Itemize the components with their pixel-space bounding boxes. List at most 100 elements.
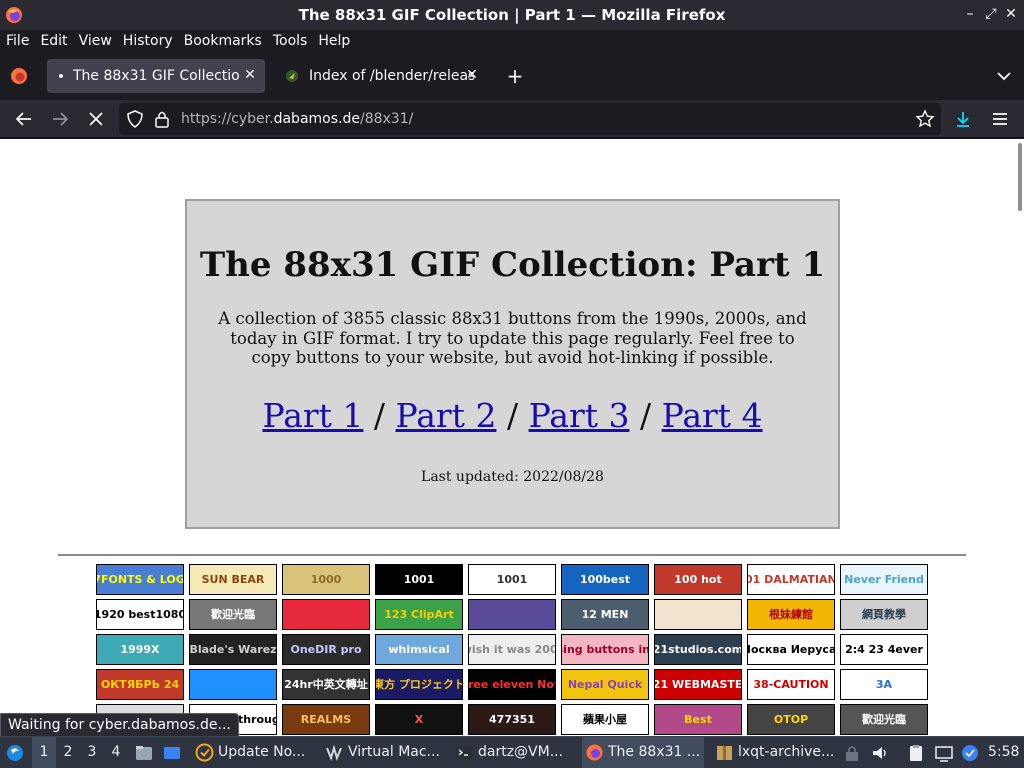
task-label: Virtual Mac... (348, 744, 440, 760)
tracking-shield-icon[interactable] (125, 109, 145, 129)
button-88x31[interactable]: 22 Москва Иерусалим (747, 634, 835, 665)
separator: / (373, 396, 386, 435)
part-1-link[interactable]: Part 1 (262, 396, 363, 435)
tab-88x31[interactable]: The 88x31 GIF Collection ✕ (47, 59, 265, 93)
button-88x31[interactable]: 100best (561, 564, 649, 595)
button-88x31[interactable]: SUN BEAR (189, 564, 277, 595)
button-88x31[interactable]: Nepal Quick (561, 669, 649, 700)
button-88x31[interactable]: 歡迎光臨 (840, 704, 928, 735)
network-icon[interactable] (934, 743, 954, 763)
button-88x31[interactable]: 3A (840, 669, 928, 700)
file-manager-icon[interactable] (134, 743, 154, 763)
menu-file[interactable]: File (6, 33, 29, 49)
bookmark-star-icon[interactable] (915, 109, 935, 129)
button-88x31[interactable]: 東方 プロジェクト (375, 669, 463, 700)
button-88x31[interactable] (189, 669, 277, 700)
part-2-link[interactable]: Part 2 (396, 396, 497, 435)
button-88x31[interactable]: X (375, 704, 463, 735)
button-88x31[interactable]: OTOP (747, 704, 835, 735)
menu-view[interactable]: View (79, 33, 112, 49)
menu-history[interactable]: History (123, 33, 173, 49)
new-tab-button[interactable]: + (505, 66, 525, 86)
lock-screen-icon[interactable] (842, 743, 862, 763)
workspace-3[interactable]: 3 (80, 737, 104, 768)
button-88x31[interactable]: Best (654, 704, 742, 735)
task-archiver[interactable]: lxqt-archive... (712, 737, 834, 768)
back-arrow-icon[interactable] (14, 109, 34, 129)
button-88x31[interactable]: 123 ClipArt (375, 599, 463, 630)
close-window-button[interactable]: ✕ (1003, 6, 1019, 22)
page-content[interactable]: The 88x31 GIF Collection: Part 1 A colle… (0, 139, 1024, 736)
menu-edit[interactable]: Edit (40, 33, 67, 49)
workspace-4[interactable]: 4 (104, 737, 128, 768)
button-88x31[interactable] (282, 599, 370, 630)
button-88x31[interactable]: REALMS (282, 704, 370, 735)
button-88x31[interactable]: Blade's Warez (189, 634, 277, 665)
button-88x31[interactable]: 1920 best1080 (96, 599, 184, 630)
button-88x31[interactable]: 蘋果小屋 (561, 704, 649, 735)
button-88x31[interactable]: Never Friend (840, 564, 928, 595)
button-88x31[interactable]: 100 hot (654, 564, 742, 595)
clipboard-icon[interactable] (906, 743, 926, 763)
close-tab-icon[interactable]: ✕ (243, 68, 257, 82)
tab-blender-index[interactable]: Index of /blender/release ✕ (275, 59, 487, 93)
button-88x31[interactable]: 24hr中英文轉址 (282, 669, 370, 700)
parts-navigation: Part 1 / Part 2 / Part 3 / Part 4 (187, 396, 838, 435)
button-88x31[interactable]: 根妹練館 (747, 599, 835, 630)
url-text[interactable]: https://cyber.dabamos.de/88x31/ (181, 111, 413, 127)
task-virtual-machine[interactable]: Virtual Mac... (322, 737, 444, 768)
button-88x31[interactable]: 歡迎光臨 (189, 599, 277, 630)
hamburger-menu-icon[interactable] (990, 109, 1010, 129)
close-tab-icon[interactable]: ✕ (465, 68, 479, 82)
forward-arrow-icon[interactable] (50, 109, 70, 129)
button-88x31[interactable]: 1000 (282, 564, 370, 595)
button-88x31[interactable]: 1001 (375, 564, 463, 595)
button-88x31[interactable]: three eleven Now! (468, 669, 556, 700)
button-88x31[interactable]: 1999X (96, 634, 184, 665)
button-88x31[interactable]: 007FONTS & LOGOS (96, 564, 184, 595)
button-88x31[interactable]: 2:4 23 4ever (840, 634, 928, 665)
lock-icon[interactable] (153, 109, 171, 129)
list-all-tabs-chevron-down-icon[interactable] (995, 67, 1013, 85)
notification-icon[interactable] (960, 743, 980, 763)
virtual-machine-icon (326, 744, 342, 762)
navigation-toolbar: https://cyber.dabamos.de/88x31/ (0, 100, 1024, 138)
window-titlebar[interactable]: The 88x31 GIF Collection | Part 1 — Mozi… (0, 0, 1024, 30)
menu-bookmarks[interactable]: Bookmarks (184, 33, 262, 49)
button-88x31[interactable]: OneDIR pro (282, 634, 370, 665)
button-88x31[interactable] (654, 599, 742, 630)
button-88x31[interactable] (468, 599, 556, 630)
start-menu-icon[interactable] (5, 743, 25, 763)
stop-loading-icon[interactable] (86, 109, 106, 129)
show-desktop-icon[interactable] (162, 743, 182, 763)
menu-bar: File Edit View History Bookmarks Tools H… (0, 30, 1024, 52)
button-88x31[interactable]: ОКТЯБРЬ 24 (96, 669, 184, 700)
button-88x31[interactable]: 網頁教學 (840, 599, 928, 630)
task-firefox[interactable]: The 88x31 ... (582, 737, 704, 768)
downloads-icon[interactable] (953, 109, 973, 129)
workspace-2[interactable]: 2 (56, 737, 80, 768)
minimize-button[interactable]: – (962, 6, 978, 22)
button-88x31[interactable]: 321 WEBMASTER (654, 669, 742, 700)
maximize-button[interactable]: ⤢ (983, 6, 999, 22)
menu-tools[interactable]: Tools (273, 33, 308, 49)
menu-help[interactable]: Help (318, 33, 350, 49)
button-88x31[interactable]: I wish it was 2001! (468, 634, 556, 665)
part-4-link[interactable]: Part 4 (662, 396, 763, 435)
button-88x31[interactable]: whimsical (375, 634, 463, 665)
task-terminal[interactable]: dartz@VM... (452, 737, 574, 768)
workspace-1[interactable]: 1 (32, 737, 56, 768)
task-update-notifier[interactable]: Update No... (192, 737, 314, 768)
firefox-view-icon[interactable] (10, 67, 28, 85)
button-88x31[interactable]: 1001 (468, 564, 556, 595)
button-88x31[interactable]: 21studios.com (654, 634, 742, 665)
button-88x31[interactable]: Still using buttons in 2019! (561, 634, 649, 665)
button-88x31[interactable]: 12 MEN (561, 599, 649, 630)
button-88x31[interactable]: 477351 (468, 704, 556, 735)
button-88x31[interactable]: 38-CAUTION (747, 669, 835, 700)
volume-icon[interactable] (870, 743, 890, 763)
url-bar[interactable]: https://cyber.dabamos.de/88x31/ (119, 103, 941, 135)
part-3-link[interactable]: Part 3 (529, 396, 630, 435)
scrollbar-thumb[interactable] (1018, 143, 1022, 211)
button-88x31[interactable]: 101 DALMATIANS (747, 564, 835, 595)
